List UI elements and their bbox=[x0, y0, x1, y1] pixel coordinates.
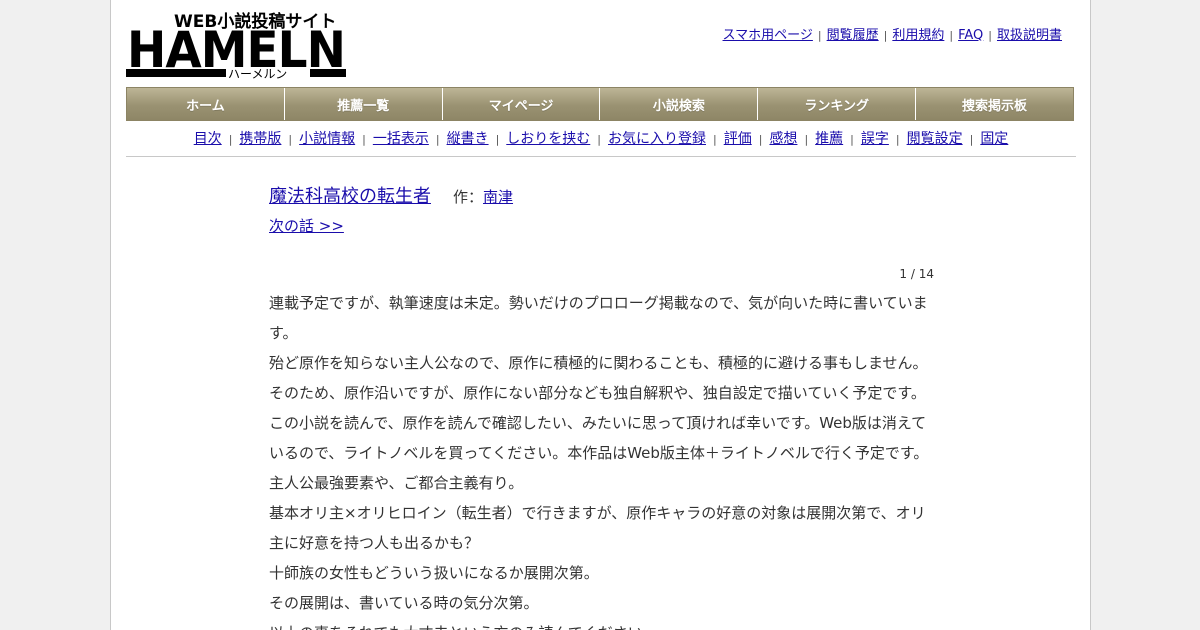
subnav-toc[interactable]: 目次 bbox=[194, 131, 222, 147]
nav-search-board[interactable]: 捜索掲示板 bbox=[916, 88, 1073, 120]
body-line: 殆ど原作を知らない主人公なので、原作に積極的に関わることも、積極的に避ける事もし… bbox=[269, 354, 928, 372]
body-line: 基本オリ主×オリヒロイン（転生者）で行きますが、原作キャラの好意の対象は展開次第… bbox=[269, 504, 926, 522]
top-links: スマホ用ページ | 閲覧履歴 | 利用規約 | FAQ | 取扱説明書 bbox=[722, 28, 1062, 43]
subnav-bookmark[interactable]: しおりを挟む bbox=[506, 131, 590, 147]
manual-link[interactable]: 取扱説明書 bbox=[997, 28, 1062, 43]
nav-novel-search[interactable]: 小説検索 bbox=[600, 88, 759, 120]
subnav-favorite[interactable]: お気に入り登録 bbox=[608, 131, 706, 147]
nav-mypage[interactable]: マイページ bbox=[442, 88, 601, 120]
chapter-body: 連載予定ですが、執筆速度は未定。勢いだけのプロローグ掲載なので、気が向いた時に書… bbox=[269, 288, 934, 630]
author-label: 作： bbox=[453, 188, 484, 206]
sub-nav: 目次 | 携帯版 | 小説情報 | 一括表示 | 縦書き | しおりを挟む | お気に入り登録 | 評価 | 感… bbox=[126, 128, 1076, 157]
subnav-recommend[interactable]: 推薦 bbox=[815, 131, 843, 147]
subnav-pin[interactable]: 固定 bbox=[980, 131, 1008, 147]
hameln-logo[interactable]: WEB小説投稿サイト HAMELN ハーメルン bbox=[126, 10, 346, 80]
subnav-typo[interactable]: 誤字 bbox=[861, 131, 889, 147]
nav-recommendations[interactable]: 推薦一覧 bbox=[284, 88, 443, 120]
subnav-view-settings[interactable]: 閲覧設定 bbox=[907, 131, 963, 147]
body-line: 主人公最強要素や、ご都合主義有り。 bbox=[269, 474, 524, 492]
author-link[interactable]: 南津 bbox=[483, 188, 513, 206]
body-line: す。 bbox=[269, 324, 298, 342]
main-nav: ホーム 推薦一覧 マイページ 小説検索 ランキング 捜索掲示板 bbox=[126, 87, 1074, 121]
body-line: いるので、ライトノベルを買ってください。本作品はWeb版主体＋ライトノベルで行く… bbox=[269, 444, 929, 462]
history-link[interactable]: 閲覧履歴 bbox=[827, 28, 879, 43]
body-line: 主に好意を持つ人も出るかも？ bbox=[269, 534, 480, 552]
body-line: 十師族の女性もどういう扱いになるか展開次第。 bbox=[269, 564, 599, 582]
page-count: 1 / 14 bbox=[899, 267, 934, 281]
subnav-comments[interactable]: 感想 bbox=[769, 131, 797, 147]
novel-content: 魔法科高校の転生者 作：南津 次の話 >> 1 / 14 連載予定ですが、執筆速度… bbox=[269, 182, 934, 630]
body-line: 以上の事をそれでも大丈夫という方のみ読んでください。 bbox=[269, 618, 934, 630]
next-chapter-link[interactable]: 次の話 >> bbox=[269, 217, 344, 235]
novel-title-link[interactable]: 魔法科高校の転生者 bbox=[269, 186, 431, 207]
subnav-vertical[interactable]: 縦書き bbox=[447, 131, 489, 147]
nav-ranking[interactable]: ランキング bbox=[758, 88, 917, 120]
terms-link[interactable]: 利用規約 bbox=[892, 28, 944, 43]
subnav-show-all[interactable]: 一括表示 bbox=[373, 131, 429, 147]
next-chapter: 次の話 >> bbox=[269, 214, 934, 238]
page-container: WEB小説投稿サイト HAMELN ハーメルン スマホ用ページ | 閲覧履歴 | 利用規… bbox=[110, 0, 1091, 630]
logo-katakana: ハーメルン bbox=[228, 67, 287, 80]
subnav-mobile[interactable]: 携帯版 bbox=[239, 131, 281, 147]
faq-link[interactable]: FAQ bbox=[958, 28, 983, 43]
body-line: その展開は、書いている時の気分次第。 bbox=[269, 594, 539, 612]
body-line: 連載予定ですが、執筆速度は未定。勢いだけのプロローグ掲載なので、気が向いた時に書… bbox=[269, 294, 928, 312]
subnav-novel-info[interactable]: 小説情報 bbox=[299, 131, 355, 147]
title-line: 魔法科高校の転生者 作：南津 bbox=[269, 182, 934, 212]
nav-home[interactable]: ホーム bbox=[127, 88, 285, 120]
smartphone-page-link[interactable]: スマホ用ページ bbox=[723, 28, 813, 43]
body-line: そのため、原作沿いですが、原作にない部分なども独自解釈や、独自設定で描いていく予… bbox=[269, 384, 926, 402]
subnav-rating[interactable]: 評価 bbox=[724, 131, 752, 147]
body-line: この小説を読んで、原作を読んで確認したい、みたいに思って頂ければ幸いです。Web… bbox=[269, 414, 927, 432]
